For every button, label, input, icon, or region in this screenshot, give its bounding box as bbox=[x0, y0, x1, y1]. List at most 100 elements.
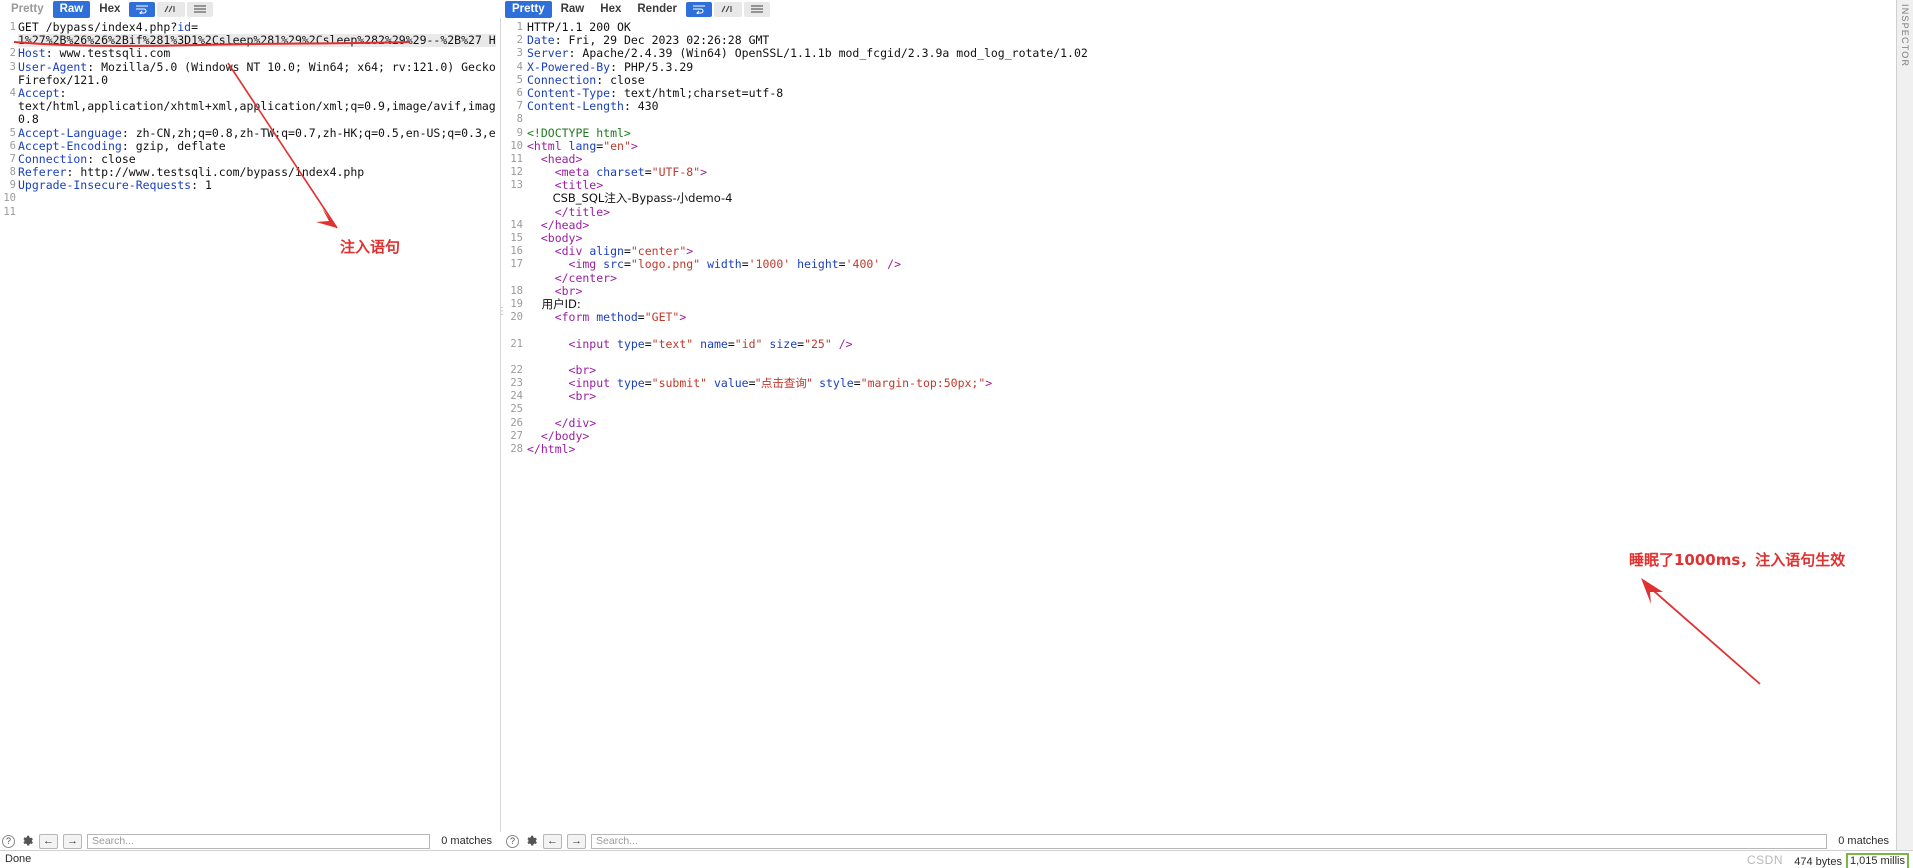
code-token: : www.testsqli.com bbox=[45, 46, 171, 61]
request-find-next-button[interactable]: → bbox=[63, 833, 82, 849]
pane-splitter-handle[interactable]: ⋮ bbox=[497, 307, 507, 317]
response-find-prev-button[interactable]: ← bbox=[543, 833, 562, 849]
tab-response-raw[interactable]: Raw bbox=[554, 1, 592, 18]
code-token: 用户ID: bbox=[527, 296, 581, 311]
response-word-wrap-icon[interactable] bbox=[686, 1, 712, 17]
code-token: /> bbox=[831, 336, 853, 351]
code-token: = bbox=[727, 336, 735, 351]
code-line[interactable]: CSB_SQL注入-Bypass-小demo-4 bbox=[527, 192, 1896, 205]
code-token: Firefox/121.0 bbox=[18, 72, 109, 87]
response-editor[interactable]: 1 2 3 4 5 6 7 8 9 10 11 12 13 14 15 16 17 18 19 20 21 22 23 24 2… bbox=[500, 18, 1896, 832]
code-token: : zh-CN,zh;q=0.8,zh-TW;q=0.7,zh-HK;q=0.5… bbox=[121, 125, 496, 140]
code-line[interactable]: <input type="text" name="id" size="25" /… bbox=[527, 336, 1896, 351]
status-bar: Done CSDN 474 bytes 1,015 millis bbox=[0, 850, 1913, 868]
code-token: </title> bbox=[527, 204, 611, 219]
response-help-icon[interactable]: ? bbox=[506, 834, 519, 848]
code-line[interactable] bbox=[18, 192, 496, 205]
code-line[interactable]: </div> bbox=[527, 416, 1896, 430]
code-line[interactable]: <!DOCTYPE html> bbox=[527, 126, 1896, 140]
request-code[interactable]: GET /bypass/index4.php?id= 1%27%2B%26%26%… bbox=[18, 18, 496, 832]
line-number bbox=[0, 74, 16, 87]
response-gear-icon[interactable] bbox=[524, 834, 538, 848]
code-line[interactable]: <input type="submit" value="点击查询" style=… bbox=[527, 376, 1896, 391]
line-number: 7 bbox=[516, 100, 523, 113]
code-token: <br> bbox=[527, 362, 597, 377]
code-token: </head> bbox=[527, 217, 590, 232]
code-line[interactable]: X-Powered-By: PHP/5.3.29 bbox=[527, 59, 1896, 74]
request-show-whitespace-icon[interactable] bbox=[157, 1, 186, 17]
code-token: type bbox=[617, 376, 645, 391]
tab-response-pretty[interactable]: Pretty bbox=[505, 0, 552, 18]
code-token: "en" bbox=[603, 138, 631, 153]
code-token: "UTF-8" bbox=[651, 165, 701, 180]
code-line[interactable]: Content-Length: 430 bbox=[527, 100, 1896, 113]
status-metrics: 474 bytes 1,015 millis bbox=[1794, 853, 1909, 868]
line-number: 17 bbox=[510, 258, 523, 271]
response-menu-icon[interactable] bbox=[744, 1, 770, 17]
code-line[interactable]: <head> bbox=[527, 152, 1896, 166]
code-line[interactable]: <meta charset="UTF-8"> bbox=[527, 165, 1896, 180]
code-line[interactable]: text/html,application/xhtml+xml,applicat… bbox=[18, 100, 496, 113]
code-line[interactable] bbox=[527, 351, 1896, 364]
code-token: : 430 bbox=[623, 99, 659, 114]
line-number bbox=[501, 192, 523, 205]
request-search-input[interactable]: Search... bbox=[87, 833, 431, 849]
response-code[interactable]: HTTP/1.1 200 OK Date: Fri, 29 Dec 2023 02… bbox=[527, 18, 1896, 832]
code-line[interactable]: <form method="GET"> bbox=[527, 311, 1896, 324]
code-line[interactable]: <html lang="en"> bbox=[527, 138, 1896, 153]
code-line[interactable]: </html> bbox=[527, 442, 1896, 456]
code-token: Content-Type bbox=[527, 85, 611, 100]
code-line[interactable]: Server: Apache/2.4.39 (Win64) OpenSSL/1.… bbox=[527, 47, 1896, 60]
code-token: GET /bypass/index4.php? bbox=[18, 20, 178, 34]
code-line[interactable]: <br> bbox=[527, 390, 1896, 403]
request-menu-icon[interactable] bbox=[187, 1, 214, 17]
code-token: <br> bbox=[527, 389, 597, 404]
request-gear-icon[interactable] bbox=[20, 834, 34, 848]
code-line[interactable]: <img src="logo.png" width='1000' height=… bbox=[527, 258, 1896, 271]
code-token: : PHP/5.3.29 bbox=[610, 59, 694, 74]
request-find-prev-button[interactable]: ← bbox=[39, 833, 58, 849]
code-token: height bbox=[797, 257, 839, 272]
request-editor[interactable]: 1 2 3 4 5 6 7 8 9 10 11 GET /bypass/index4.php?id=… bbox=[0, 18, 496, 832]
inspector-panel[interactable]: INSPECTOR bbox=[1896, 0, 1913, 850]
tab-response-hex[interactable]: Hex bbox=[593, 1, 628, 18]
code-line[interactable]: Content-Type: text/html;charset=utf-8 bbox=[527, 85, 1896, 100]
response-find-next-button[interactable]: → bbox=[567, 833, 586, 849]
response-line-numbers: 1 2 3 4 5 6 7 8 9 10 11 12 13 14 15 16 17 18 19 20 21 22 23 24 2… bbox=[501, 18, 523, 832]
code-token: : http://www.testsqli.com/bypass/index4.… bbox=[66, 165, 365, 180]
code-line[interactable]: </body> bbox=[527, 429, 1896, 443]
code-line[interactable]: </head> bbox=[527, 217, 1896, 232]
code-line[interactable]: </center> bbox=[527, 271, 1896, 285]
tab-request-hex[interactable]: Hex bbox=[92, 1, 127, 18]
code-token: : text/html;charset=utf-8 bbox=[610, 85, 784, 100]
tab-request-pretty[interactable]: Pretty bbox=[4, 1, 51, 18]
code-line[interactable] bbox=[527, 113, 1896, 126]
code-line[interactable]: <body> bbox=[527, 231, 1896, 245]
code-token: = bbox=[637, 310, 645, 325]
code-line[interactable] bbox=[18, 206, 496, 219]
line-number: 27 bbox=[510, 429, 523, 442]
response-show-whitespace-icon[interactable] bbox=[714, 1, 742, 17]
request-toolbar: Pretty Raw Hex bbox=[4, 0, 214, 18]
code-token: X-Powered-By bbox=[527, 59, 611, 74]
code-line[interactable]: </title> bbox=[527, 204, 1896, 219]
code-token: Accept bbox=[18, 85, 60, 100]
code-line[interactable]: Upgrade-Insecure-Requests: 1 bbox=[18, 179, 496, 192]
tab-request-raw[interactable]: Raw bbox=[52, 0, 91, 18]
code-line[interactable]: 用户ID: bbox=[527, 296, 1896, 311]
code-token: src bbox=[603, 257, 624, 272]
line-number bbox=[501, 272, 523, 285]
code-token: > bbox=[630, 138, 638, 153]
tab-response-render[interactable]: Render bbox=[630, 1, 684, 18]
line-number: 2 bbox=[516, 34, 523, 47]
line-number: 5 bbox=[516, 73, 523, 86]
code-line[interactable]: Firefox/121.0 bbox=[18, 72, 496, 87]
request-word-wrap-icon[interactable] bbox=[129, 1, 156, 17]
response-search-input[interactable]: Search... bbox=[591, 833, 1828, 849]
code-token: 0.8 bbox=[18, 112, 39, 127]
request-help-icon[interactable]: ? bbox=[2, 834, 15, 848]
code-token: : Mozilla/5.0 (Windows NT 10.0; Win64; x… bbox=[87, 59, 496, 74]
code-line[interactable]: <br> bbox=[527, 284, 1896, 298]
code-line[interactable] bbox=[527, 403, 1896, 416]
code-token: <meta bbox=[527, 165, 597, 180]
